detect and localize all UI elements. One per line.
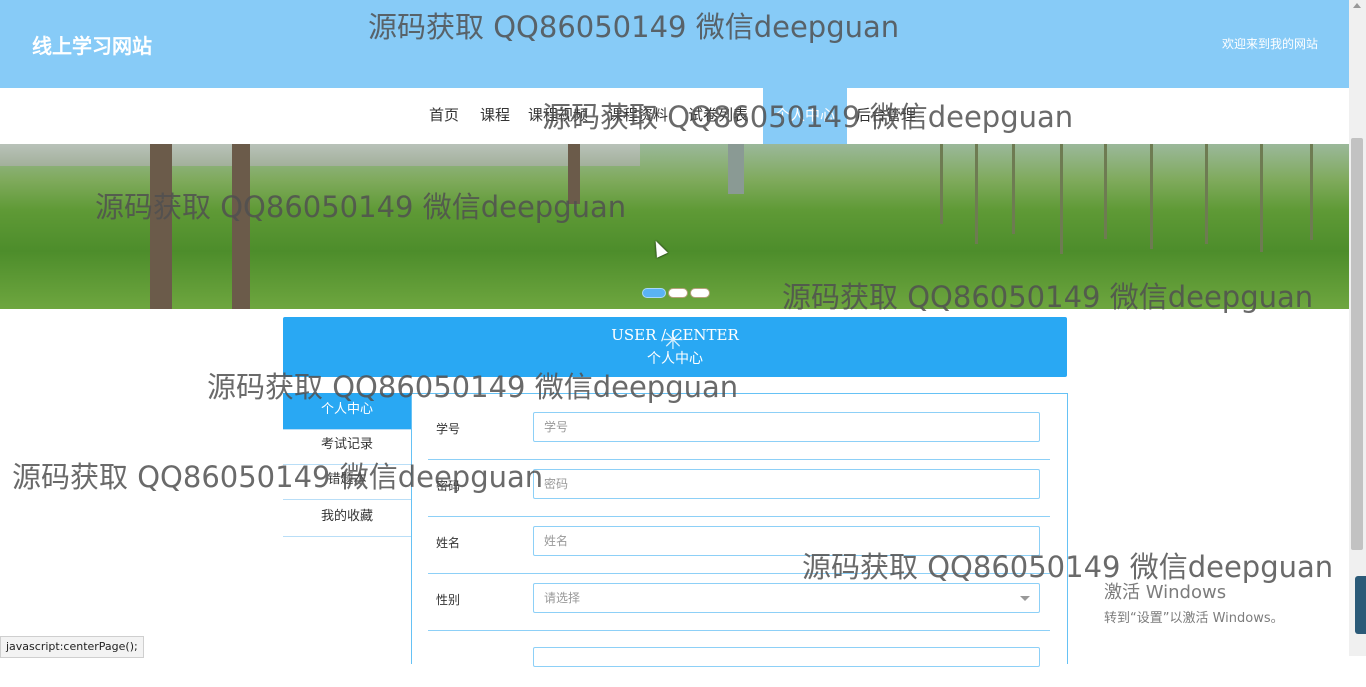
side-tool-widget[interactable] (1355, 576, 1366, 634)
banner-bamboo (1205, 144, 1208, 244)
password-label: 密码 (436, 479, 461, 493)
student-id-input[interactable]: 学号 (533, 412, 1040, 442)
banner-bamboo (1060, 144, 1063, 254)
nav-item-courses[interactable]: 课程 (480, 88, 510, 144)
banner-tree-trunk (232, 144, 250, 309)
banner-bamboo (1104, 144, 1107, 239)
browser-status-bar: javascript:centerPage(); (0, 636, 144, 658)
windows-activation-notice: 激活 Windows 转到“设置”以激活 Windows。 (1104, 578, 1284, 626)
password-input[interactable]: 密码 (533, 469, 1040, 499)
profile-form: 学号 学号 密码 密码 姓名 姓名 性别 请选择 (411, 393, 1068, 667)
nav-item-user-center[interactable]: 个人中心 (763, 88, 848, 144)
banner-bamboo (1150, 144, 1153, 249)
form-row-password: 密码 密码 (428, 459, 1050, 517)
nav-item-admin[interactable]: 后台管理 (856, 88, 916, 144)
gender-label: 性别 (436, 593, 461, 607)
nav-item-course-videos[interactable]: 课程视频 (528, 88, 588, 144)
banner-pole (728, 144, 744, 194)
windows-activation-title: 激活 Windows (1104, 582, 1227, 603)
carousel-dot[interactable] (668, 288, 688, 298)
page-scrollbar[interactable] (1349, 0, 1366, 656)
scroll-up-arrow-icon[interactable] (1353, 3, 1361, 8)
banner-bamboo (940, 144, 943, 224)
name-input[interactable]: 姓名 (533, 526, 1040, 556)
site-header: 线上学习网站 欢迎来到我的网站 (0, 0, 1349, 88)
next-field-input[interactable] (533, 647, 1040, 667)
carousel-indicators (642, 283, 712, 302)
side-item-wrong-questions[interactable]: 错题本 (283, 463, 411, 500)
welcome-text: 欢迎来到我的网站 (1222, 37, 1319, 51)
loading-spinner-icon: ✳ (662, 326, 684, 356)
windows-activation-subtitle: 转到“设置”以激活 Windows。 (1104, 611, 1284, 626)
banner-bamboo (1310, 144, 1313, 240)
scrollbar-thumb[interactable] (1351, 138, 1363, 550)
banner-tree-trunk (568, 144, 580, 204)
nav-item-home[interactable]: 首页 (429, 88, 459, 144)
banner-bamboo (1012, 144, 1015, 234)
form-row-name: 姓名 姓名 (428, 516, 1050, 574)
side-item-favorites[interactable]: 我的收藏 (283, 500, 411, 537)
side-item-exam-records[interactable]: 考试记录 (283, 428, 411, 465)
main-nav: 首页 课程 课程视频 课程资料 试卷列表 个人中心 后台管理 (0, 88, 1349, 144)
chevron-down-icon (1020, 596, 1030, 601)
banner-bamboo (975, 144, 978, 244)
form-row-gender: 性别 请选择 (428, 573, 1050, 631)
student-id-label: 学号 (436, 422, 461, 436)
banner-road (0, 144, 640, 166)
gender-select[interactable]: 请选择 (533, 583, 1040, 613)
form-row-next (428, 630, 1050, 687)
banner-bamboo (1260, 144, 1263, 252)
site-title[interactable]: 线上学习网站 (32, 30, 152, 59)
nav-item-exam-list[interactable]: 试卷列表 (688, 88, 748, 144)
gender-select-value: 请选择 (544, 591, 581, 605)
side-item-user-center[interactable]: 个人中心 (283, 393, 411, 430)
nav-item-course-materials[interactable]: 课程资料 (608, 88, 668, 144)
name-label: 姓名 (436, 536, 461, 550)
carousel-dot[interactable] (690, 288, 710, 298)
form-row-student-id: 学号 学号 (428, 402, 1050, 460)
banner-tree-trunk (150, 144, 172, 309)
carousel-dot[interactable] (642, 288, 666, 298)
